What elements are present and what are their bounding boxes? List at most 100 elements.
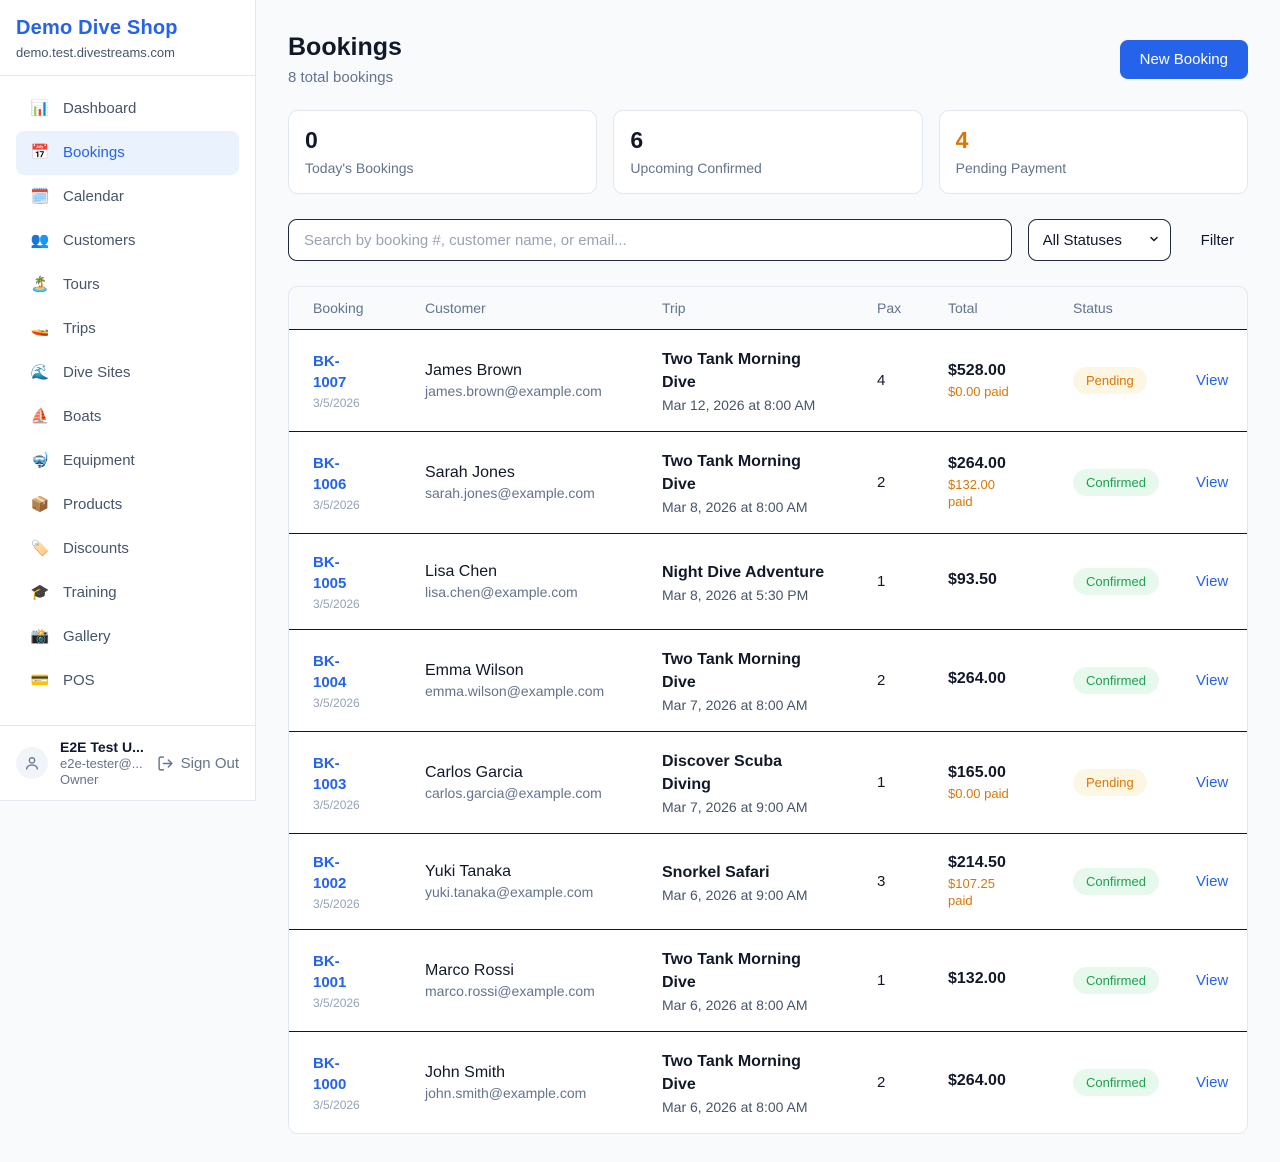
sidebar-item[interactable]: 📅 Bookings — [16, 131, 239, 175]
pax-cell: 2 — [865, 1032, 936, 1134]
sidebar-item-icon: 🏷️ — [30, 538, 50, 560]
total-cell: $528.00 $0.00 paid — [936, 330, 1061, 432]
new-booking-button[interactable]: New Booking — [1120, 40, 1248, 79]
page-title: Bookings — [288, 33, 402, 62]
user-name: E2E Test U... — [60, 739, 145, 755]
customer-cell: Lisa Chen lisa.chen@example.com — [413, 534, 650, 630]
view-link[interactable]: View — [1196, 873, 1228, 890]
trip-name: Night Dive Adventure — [662, 561, 832, 584]
status-cell: Confirmed — [1061, 834, 1184, 930]
paid-amount: $132.00 paid — [948, 476, 1020, 510]
booking-id-link[interactable]: BK-1000 — [313, 1053, 371, 1095]
customer-email: yuki.tanaka@example.com — [425, 884, 638, 900]
sidebar-item[interactable]: 📊 Dashboard — [16, 87, 239, 131]
status-filter-select[interactable]: All Statuses — [1028, 219, 1171, 261]
table-row: BK-1007 3/5/2026 James Brown james.brown… — [289, 330, 1248, 432]
customer-cell: James Brown james.brown@example.com — [413, 330, 650, 432]
sidebar-item[interactable]: 📦 Products — [16, 483, 239, 527]
status-cell: Pending — [1061, 330, 1184, 432]
booking-date: 3/5/2026 — [313, 396, 401, 410]
status-cell: Confirmed — [1061, 1032, 1184, 1134]
booking-cell: BK-1007 3/5/2026 — [289, 330, 413, 432]
trip-datetime: Mar 6, 2026 at 8:00 AM — [662, 1099, 853, 1115]
actions-cell: View — [1184, 1032, 1248, 1134]
stat-value: 4 — [956, 127, 1231, 153]
filter-controls: All Statuses Filter — [288, 219, 1248, 261]
person-icon — [24, 755, 40, 771]
booking-date: 3/5/2026 — [313, 597, 401, 611]
booking-id-link[interactable]: BK-1006 — [313, 453, 371, 495]
booking-id-link[interactable]: BK-1004 — [313, 651, 371, 693]
view-link[interactable]: View — [1196, 474, 1228, 491]
total-cell: $132.00 — [936, 930, 1061, 1032]
customer-name: Marco Rossi — [425, 962, 638, 980]
view-link[interactable]: View — [1196, 372, 1228, 389]
customer-name: Emma Wilson — [425, 662, 638, 680]
customer-name: John Smith — [425, 1064, 638, 1082]
column-header-customer: Customer — [413, 287, 650, 330]
sidebar-item[interactable]: 👥 Customers — [16, 219, 239, 263]
trip-datetime: Mar 7, 2026 at 9:00 AM — [662, 799, 853, 815]
customer-email: james.brown@example.com — [425, 383, 638, 399]
sidebar-item[interactable]: 🎓 Training — [16, 571, 239, 615]
total-cell: $264.00 $132.00 paid — [936, 432, 1061, 534]
sidebar-item[interactable]: 🤿 Equipment — [16, 439, 239, 483]
trip-name: Two Tank Morning Dive — [662, 948, 832, 994]
sign-out-label: Sign Out — [181, 755, 239, 772]
sidebar-item[interactable]: 🏝️ Tours — [16, 263, 239, 307]
sidebar-item[interactable]: 🗓️ Calendar — [16, 175, 239, 219]
booking-id-link[interactable]: BK-1002 — [313, 852, 371, 894]
pax-cell: 1 — [865, 930, 936, 1032]
view-link[interactable]: View — [1196, 972, 1228, 989]
view-link[interactable]: View — [1196, 573, 1228, 590]
user-footer: E2E Test U... e2e-tester@... Owner Sign … — [0, 725, 255, 800]
trip-name: Two Tank Morning Dive — [662, 450, 832, 496]
booking-id-link[interactable]: BK-1001 — [313, 951, 371, 993]
status-select-wrap: All Statuses — [1028, 219, 1171, 261]
booking-id-link[interactable]: BK-1007 — [313, 351, 371, 393]
status-badge: Pending — [1073, 769, 1147, 796]
total-cell: $93.50 — [936, 534, 1061, 630]
page-header-text: Bookings 8 total bookings — [288, 33, 402, 86]
stat-card: 6 Upcoming Confirmed — [613, 110, 922, 194]
sidebar-item-label: Discounts — [63, 538, 129, 560]
booking-cell: BK-1005 3/5/2026 — [289, 534, 413, 630]
trip-datetime: Mar 12, 2026 at 8:00 AM — [662, 397, 853, 413]
sidebar-item[interactable]: 🌊 Dive Sites — [16, 351, 239, 395]
sidebar-item[interactable]: ⛵ Boats — [16, 395, 239, 439]
search-input[interactable] — [288, 219, 1012, 261]
trip-datetime: Mar 6, 2026 at 8:00 AM — [662, 997, 853, 1013]
sidebar-item[interactable]: 🚤 Trips — [16, 307, 239, 351]
status-cell: Confirmed — [1061, 630, 1184, 732]
pax-count: 1 — [877, 573, 885, 590]
sidebar-item-label: Dive Sites — [63, 362, 131, 384]
view-link[interactable]: View — [1196, 1074, 1228, 1091]
sidebar-item-label: Calendar — [63, 186, 124, 208]
filter-button[interactable]: Filter — [1187, 232, 1248, 249]
booking-cell: BK-1001 3/5/2026 — [289, 930, 413, 1032]
view-link[interactable]: View — [1196, 774, 1228, 791]
sidebar-nav: 📊 Dashboard 📅 Bookings 🗓️ Calendar 👥 Cus… — [0, 76, 255, 725]
total-amount: $165.00 — [948, 764, 1049, 782]
user-email: e2e-tester@... — [60, 756, 145, 771]
column-header-total: Total — [936, 287, 1061, 330]
stat-label: Today's Bookings — [305, 160, 580, 176]
sidebar-item[interactable]: 📸 Gallery — [16, 615, 239, 659]
customer-email: marco.rossi@example.com — [425, 983, 638, 999]
trip-name: Two Tank Morning Dive — [662, 648, 832, 694]
bookings-table-card: Booking Customer Trip Pax Total Status B… — [288, 286, 1248, 1134]
column-header-status: Status — [1061, 287, 1184, 330]
customer-name: James Brown — [425, 362, 638, 380]
sidebar-item-label: Equipment — [63, 450, 135, 472]
total-cell: $264.00 — [936, 1032, 1061, 1134]
sidebar-item[interactable]: 💳 POS — [16, 659, 239, 703]
sidebar-item-label: Boats — [63, 406, 101, 428]
sign-out-button[interactable]: Sign Out — [157, 755, 239, 772]
sidebar-item[interactable]: 🏷️ Discounts — [16, 527, 239, 571]
booking-id-link[interactable]: BK-1005 — [313, 552, 371, 594]
view-link[interactable]: View — [1196, 672, 1228, 689]
trip-datetime: Mar 7, 2026 at 8:00 AM — [662, 697, 853, 713]
trip-cell: Two Tank Morning Dive Mar 12, 2026 at 8:… — [650, 330, 865, 432]
stat-label: Upcoming Confirmed — [630, 160, 905, 176]
booking-id-link[interactable]: BK-1003 — [313, 753, 371, 795]
